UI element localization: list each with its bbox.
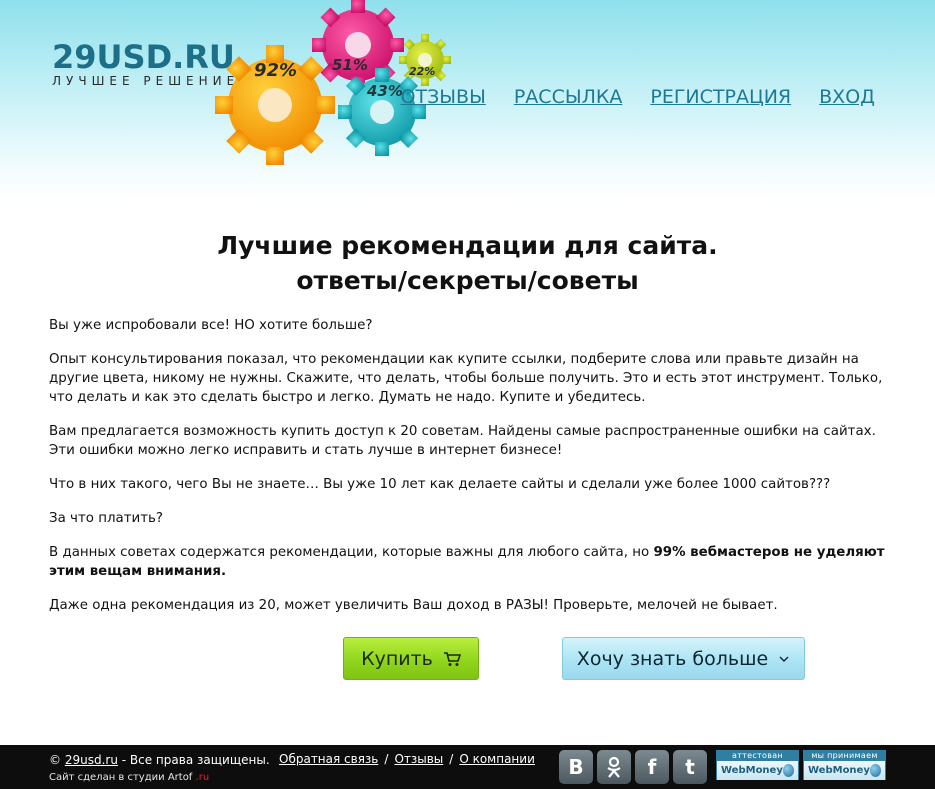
globe-icon [782, 764, 794, 777]
webmoney-accept-top: мы принимаем [804, 751, 885, 761]
studio-credit-suffix: .ru [195, 772, 210, 783]
main-content: Вы уже испробовали все! НО хотите больше… [49, 316, 894, 630]
title-line-1: Лучшие рекомендации для сайта. [217, 231, 718, 260]
title-line-2: ответы/секреты/советы [296, 266, 639, 295]
gear-percent-51: 51% [332, 56, 368, 74]
nav-login[interactable]: ВХОД [819, 86, 875, 108]
studio-credit-text: Сайт сделан в студии Artof [49, 772, 193, 783]
facebook-icon[interactable]: f [635, 750, 669, 784]
nav-reviews[interactable]: ОТЗЫВЫ [401, 86, 486, 108]
copyright-line: © 29usd.ru - Все права защищены. [49, 752, 270, 768]
webmoney-attested-label: WebMoney [721, 765, 783, 776]
paragraph-5: За что платить? [49, 511, 164, 526]
copyright-prefix: © [49, 753, 65, 767]
footer: © 29usd.ru - Все права защищены. Сайт сд… [0, 745, 935, 789]
gears-illustration: 92% 51% 43% 22% [215, 0, 451, 165]
vk-icon[interactable]: B [559, 750, 593, 784]
globe-icon [869, 764, 881, 777]
nav-newsletter[interactable]: РАССЫЛКА [514, 86, 623, 108]
header: 29USD.RU ЛУЧШЕЕ РЕШЕНИЕ 92% 51% 43% 22% … [0, 0, 935, 200]
pink-gear-icon [312, 0, 404, 91]
footer-link-reviews[interactable]: Отзывы [394, 752, 443, 766]
studio-credit: Сайт сделан в студии Artof .ru [49, 771, 270, 785]
paragraph-7: Даже одна рекомендация из 20, может увел… [49, 598, 778, 613]
paragraph-4: Что в них такого, чего Вы не знаете… Вы … [49, 477, 831, 492]
paragraph-6: В данных советах содержатся рекомендации… [49, 543, 894, 581]
twitter-icon[interactable]: t [673, 750, 707, 784]
webmoney-attested-bottom: WebMoney [717, 761, 798, 780]
main-nav: ОТЗЫВЫ РАССЫЛКА РЕГИСТРАЦИЯ ВХОД [401, 86, 875, 108]
webmoney-attested-badge[interactable]: аттестован WebMoney [716, 750, 799, 780]
footer-link-about[interactable]: О компании [459, 752, 535, 766]
paragraph-2: Опыт консультирования показал, что реком… [49, 352, 883, 405]
social-icons: B f t [559, 750, 707, 784]
odnoklassniki-icon[interactable] [597, 750, 631, 784]
action-buttons: Купить Хочу знать больше [0, 637, 935, 681]
cart-icon [443, 651, 461, 667]
gear-percent-43: 43% [366, 82, 403, 100]
nav-registration[interactable]: РЕГИСТРАЦИЯ [650, 86, 791, 108]
webmoney-attested-top: аттестован [717, 751, 798, 761]
footer-separator-1: / [384, 752, 389, 766]
gear-percent-92: 92% [254, 60, 297, 81]
footer-link-feedback[interactable]: Обратная связь [279, 752, 378, 766]
paragraph-1: Вы уже испробовали все! НО хотите больше… [49, 318, 373, 333]
footer-links: Обратная связь / Отзывы / О компании [279, 752, 535, 766]
paragraph-3: Вам предлагается возможность купить дост… [49, 424, 876, 458]
chevron-down-icon [778, 655, 790, 663]
footer-copyright: © 29usd.ru - Все права защищены. Сайт сд… [49, 752, 270, 785]
learn-more-label: Хочу знать больше [576, 647, 769, 670]
buy-button[interactable]: Купить [343, 637, 479, 680]
webmoney-accept-label: WebMoney [808, 765, 870, 776]
gear-percent-22: 22% [409, 65, 435, 78]
page-title: Лучшие рекомендации для сайта. ответы/се… [0, 228, 935, 298]
footer-site-link[interactable]: 29usd.ru [65, 753, 118, 767]
buy-button-label: Купить [361, 647, 433, 670]
learn-more-button[interactable]: Хочу знать больше [562, 637, 805, 680]
footer-separator-2: / [449, 752, 454, 766]
paragraph-6-text: В данных советах содержатся рекомендации… [49, 545, 654, 560]
copyright-suffix: - Все права защищены. [117, 753, 270, 767]
webmoney-accept-badge[interactable]: мы принимаем WebMoney [803, 750, 886, 780]
webmoney-accept-bottom: WebMoney [804, 761, 885, 780]
